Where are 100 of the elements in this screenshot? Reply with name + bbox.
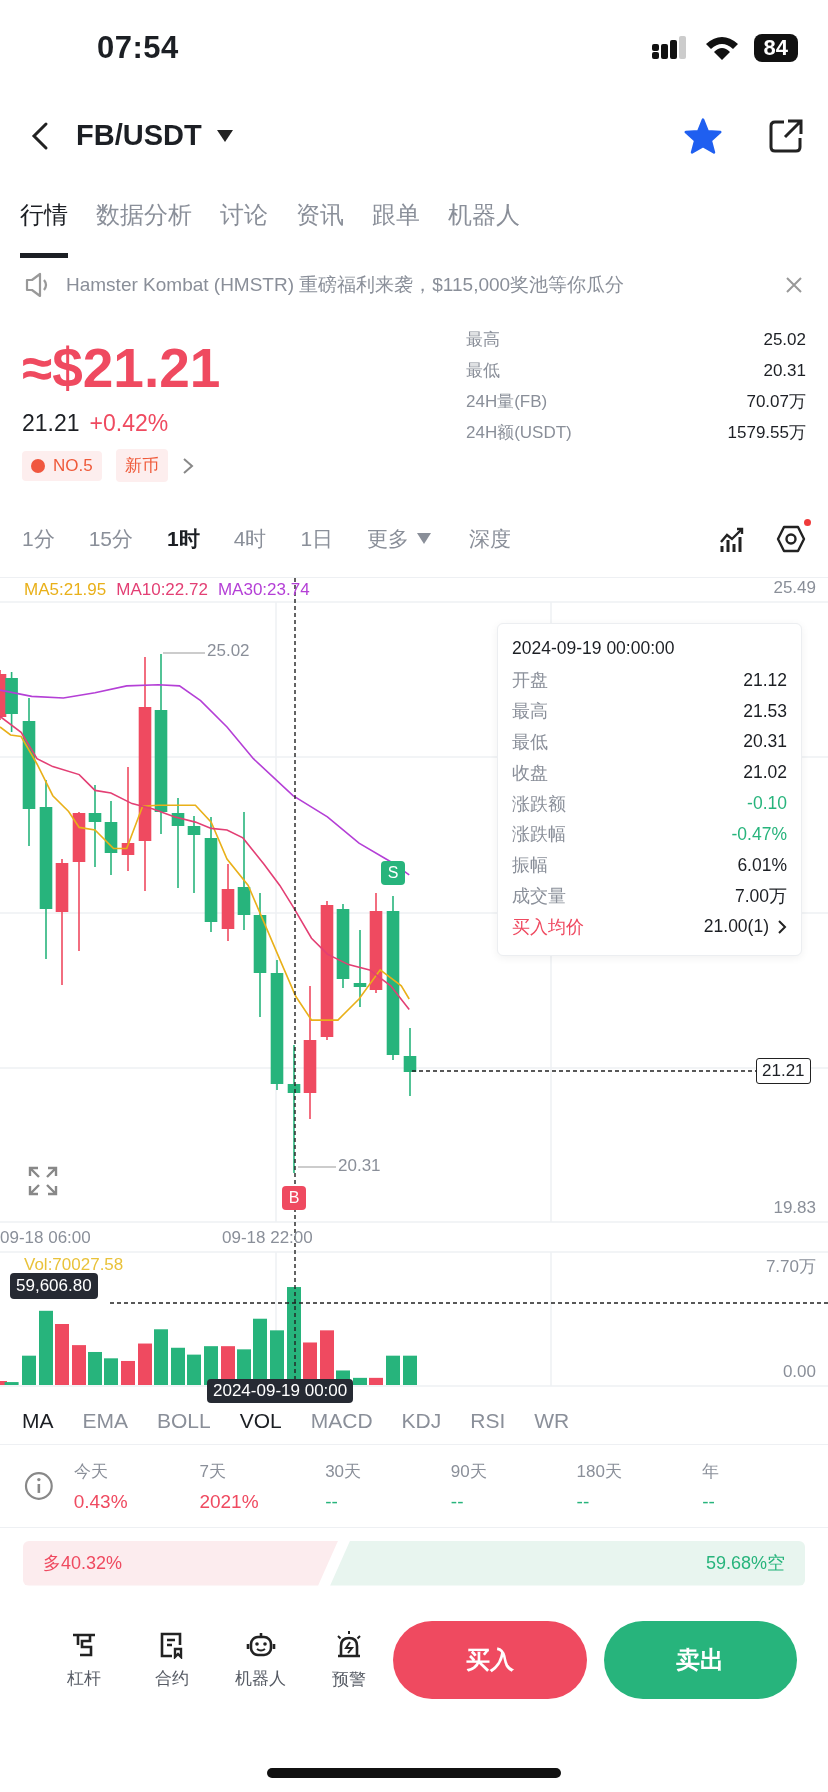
return-value: -- (325, 1490, 339, 1513)
tooltip-value: -0.10 (747, 793, 787, 815)
ma-legend: MA30:23.74 (217, 578, 310, 602)
stat-label: 最低 (466, 360, 500, 382)
volume-bar (104, 1358, 118, 1385)
stat-label: 最高 (466, 329, 500, 351)
close-icon[interactable] (786, 277, 802, 293)
rank-badge[interactable]: NO.5 (22, 450, 102, 481)
stat-label: 24H额(USDT) (466, 422, 572, 444)
stat-value: 20.31 (763, 360, 806, 381)
action-label[interactable]: 杠杆 (67, 1666, 102, 1690)
tooltip-value: 21.00(1) (703, 916, 769, 938)
indicator-tab[interactable]: EMA (82, 1408, 128, 1433)
stat-label: 24H量(FB) (466, 391, 548, 413)
tooltip-value: 7.00万 (734, 884, 787, 908)
tab[interactable]: 跟单 (372, 199, 420, 258)
long-ratio: 多40.32% (43, 1552, 123, 1575)
tooltip-label: 开盘 (512, 669, 549, 693)
tooltip-value: -0.47% (731, 823, 787, 845)
sell-marker[interactable]: S (381, 861, 405, 885)
interval-tab[interactable]: 15分 (88, 524, 134, 553)
indicator-tab[interactable]: MACD (310, 1408, 373, 1433)
share-icon[interactable] (768, 117, 804, 154)
tab[interactable]: 行情 (20, 199, 68, 258)
price-tick: 19.83 (773, 1198, 816, 1218)
info-icon[interactable] (24, 1471, 54, 1501)
price-tick: 25.49 (773, 578, 816, 598)
depth-tab[interactable]: 深度 (469, 524, 512, 553)
stat-value: 1579.55万 (727, 422, 806, 444)
robot-icon[interactable] (245, 1630, 276, 1659)
buy-button[interactable]: 买入 (393, 1621, 587, 1699)
tab[interactable]: 讨论 (220, 199, 268, 258)
tab[interactable]: 资讯 (296, 199, 344, 258)
dropdown-icon (417, 533, 432, 544)
indicator-tab[interactable]: WR (534, 1408, 570, 1433)
back-icon[interactable] (30, 120, 50, 151)
indicator-tab[interactable]: RSI (470, 1408, 506, 1433)
tooltip-label: 收盘 (512, 761, 549, 785)
stat-value: 25.02 (763, 329, 806, 350)
period-label: 年 (702, 1460, 721, 1483)
indicator-tab[interactable]: KDJ (401, 1408, 442, 1433)
price-value: ≈$21.21 (22, 336, 222, 400)
tooltip-value: 21.53 (743, 700, 787, 722)
volume-bar (55, 1324, 69, 1385)
high-price-label: 25.02 (207, 641, 250, 661)
tab[interactable]: 机器人 (448, 199, 520, 258)
tooltip-label: 振幅 (512, 854, 549, 878)
volume-bar (353, 1377, 367, 1385)
interval-tab[interactable]: 1日 (300, 524, 334, 553)
tooltip-label[interactable]: 买入均价 (512, 914, 696, 939)
ma-legend: MA10:22.72 (116, 578, 208, 602)
dropdown-icon[interactable] (215, 128, 234, 143)
period-label: 7天 (199, 1460, 227, 1483)
volume-tick: 0.00 (782, 1362, 816, 1382)
short-ratio: 59.68%空 (705, 1552, 785, 1575)
buy-marker[interactable]: B (282, 1186, 306, 1210)
tooltip-value: 21.02 (743, 762, 787, 784)
tooltip-value: 21.12 (743, 669, 787, 691)
sell-button[interactable]: 卖出 (603, 1621, 798, 1699)
star-icon[interactable] (684, 117, 722, 154)
last-price-tag: 21.21 (756, 1058, 811, 1084)
volume-bar (187, 1354, 201, 1385)
expand-icon[interactable] (28, 1166, 58, 1196)
volume-bar (88, 1352, 102, 1385)
status-time: 07:54 (97, 30, 180, 66)
interval-tab[interactable]: 1分 (22, 524, 55, 553)
settings-icon[interactable] (776, 523, 806, 554)
action-label[interactable]: 机器人 (235, 1666, 287, 1690)
return-value: 2021% (199, 1490, 260, 1513)
period-label: 180天 (576, 1460, 623, 1483)
return-value: -- (576, 1490, 591, 1513)
tab[interactable]: 数据分析 (96, 199, 192, 258)
price-change: +0.42% (89, 410, 169, 437)
volume-bar (22, 1355, 36, 1385)
action-label[interactable]: 合约 (155, 1666, 190, 1690)
more-dropdown[interactable]: 更多 (367, 524, 432, 553)
volume-bar (369, 1377, 383, 1385)
time-label: 09-18 22:00 (222, 1228, 313, 1248)
period-label: 今天 (73, 1460, 109, 1483)
return-value: -- (450, 1490, 465, 1513)
volume-bar (386, 1355, 400, 1385)
tooltip-label: 最高 (512, 700, 549, 724)
tag-badge[interactable]: 新币 (115, 449, 168, 482)
volume-tick: 7.70万 (765, 1256, 816, 1278)
indicator-tab[interactable]: VOL (239, 1408, 282, 1433)
interval-tab[interactable]: 1时 (167, 524, 200, 553)
interval-tab[interactable]: 4时 (233, 524, 267, 553)
stat-value: 70.07万 (746, 391, 806, 413)
tooltip-title: 2024-09-19 00:00:00 (512, 637, 676, 660)
cursor-time-label: 2024-09-19 00:00 (207, 1379, 354, 1403)
pair-title[interactable]: FB/USDT (76, 119, 202, 152)
time-label: 09-18 06:00 (0, 1228, 91, 1248)
volume-bar (121, 1360, 135, 1385)
action-label[interactable]: 预警 (331, 1667, 366, 1691)
indicator-tab[interactable]: MA (22, 1408, 54, 1433)
indicator-tab[interactable]: BOLL (157, 1408, 211, 1433)
announcement-text[interactable]: Hamster Kombat (HMSTR) 重磅福利来袭，$115,000奖池等你瓜分 (66, 272, 772, 298)
chevron-right-icon[interactable] (777, 918, 787, 935)
period-label: 90天 (450, 1460, 488, 1483)
tooltip-label: 涨跌幅 (512, 823, 567, 847)
